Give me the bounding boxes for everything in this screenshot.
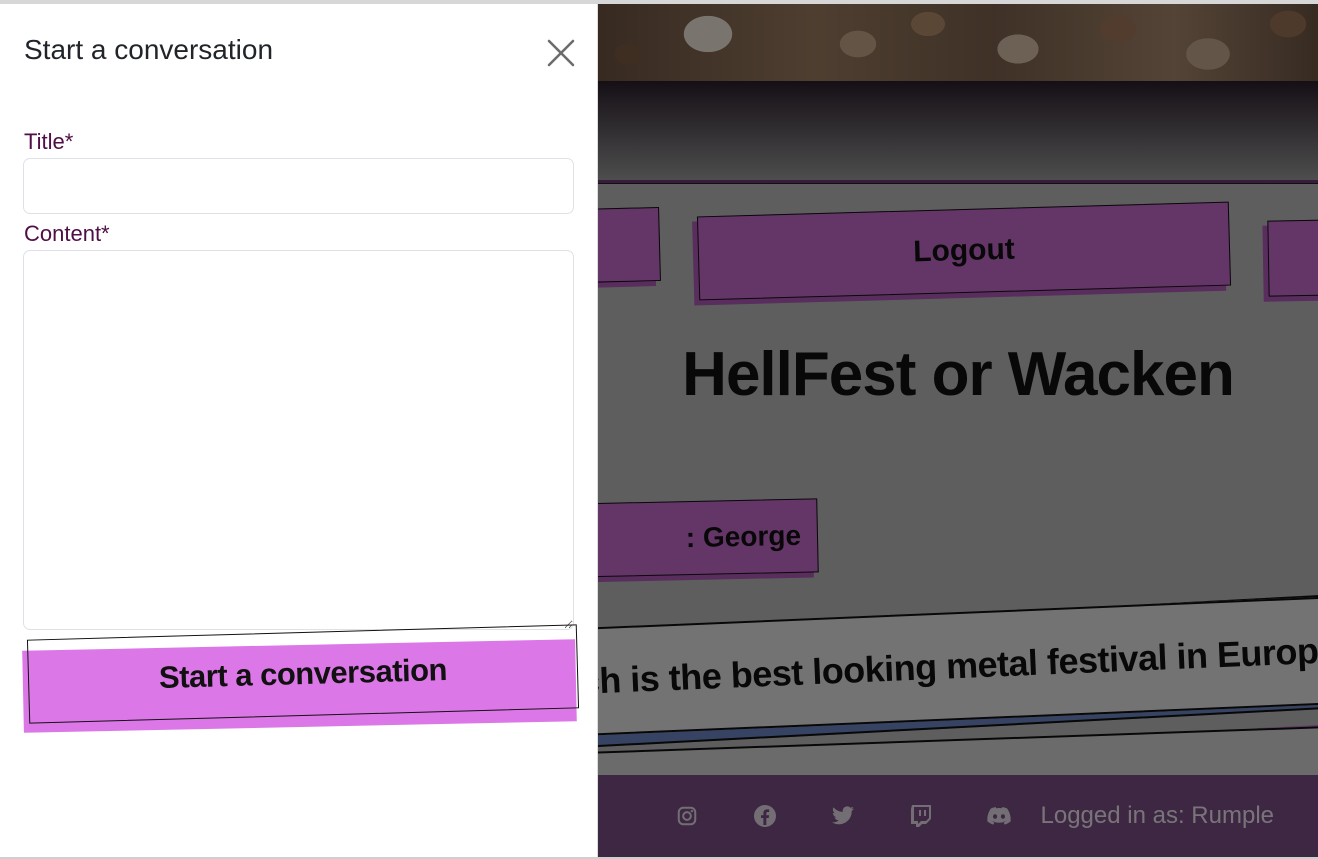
start-conversation-button[interactable]: Start a conversation (26, 624, 580, 724)
title-input[interactable] (23, 158, 574, 214)
title-label: Title* (24, 129, 74, 154)
modal-backdrop[interactable] (598, 4, 1318, 857)
window-top-border (0, 0, 1318, 4)
content-label: Content* (24, 221, 110, 246)
close-button[interactable] (546, 38, 576, 68)
content-textarea[interactable] (23, 250, 574, 630)
start-conversation-offcanvas: Start a conversation Title* Content* Sta… (0, 4, 598, 857)
close-icon (547, 39, 575, 67)
offcanvas-title: Start a conversation (24, 34, 274, 65)
background-page: Logout HellFest or Wacken : George ich i… (598, 4, 1318, 857)
